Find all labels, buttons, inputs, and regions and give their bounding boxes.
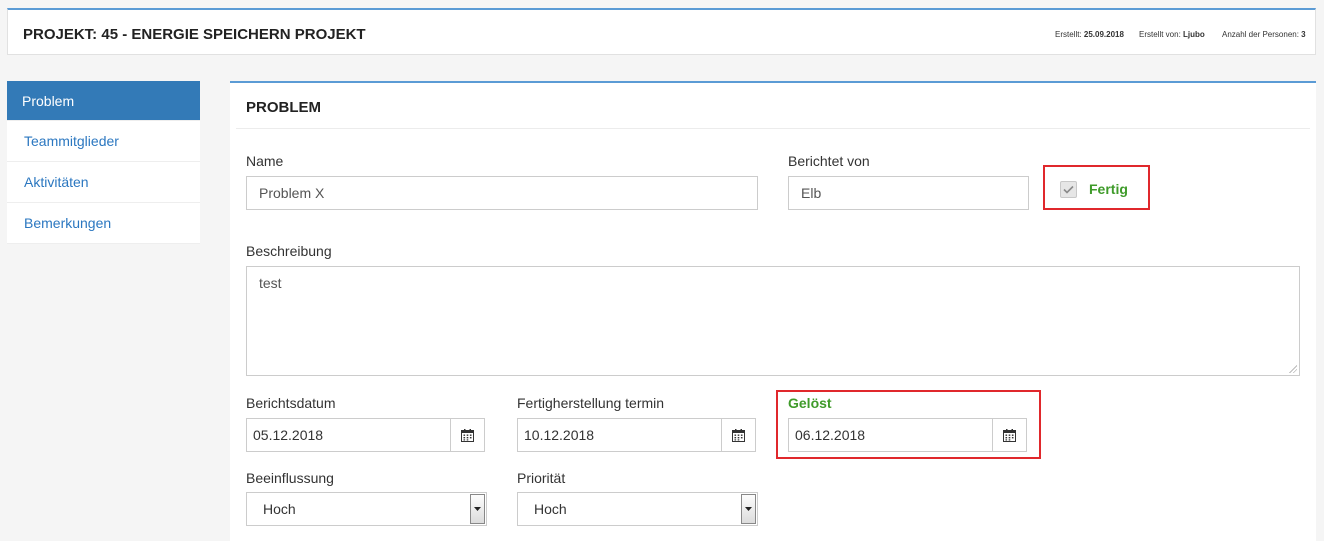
completion-date-label: Fertigherstellung termin [517, 395, 665, 411]
sidebar-item-bemerkungen[interactable]: Bemerkungen [7, 203, 200, 244]
sidebar-item-problem[interactable]: Problem [7, 81, 200, 121]
done-checkbox[interactable] [1060, 181, 1077, 198]
completion-date-input[interactable]: 10.12.2018 [517, 418, 756, 452]
sidebar-nav: Problem Teammitglieder Aktivitäten Bemer… [7, 81, 200, 244]
sidebar-item-aktivitaeten[interactable]: Aktivitäten [7, 162, 200, 203]
calendar-icon [461, 428, 474, 442]
created-by: Erstellt von: Ljubo [1139, 30, 1205, 39]
solved-date-value: 06.12.2018 [795, 427, 866, 443]
sidebar-item-teammitglieder[interactable]: Teammitglieder [7, 121, 200, 162]
persons-count: Anzahl der Personen: 3 [1222, 30, 1306, 39]
reported-by-input[interactable]: Elb [788, 176, 1029, 210]
resize-handle-icon[interactable] [1289, 365, 1297, 373]
influence-value: Hoch [263, 501, 296, 517]
description-label: Beschreibung [246, 243, 332, 259]
description-textarea[interactable]: test [246, 266, 1300, 376]
priority-label: Priorität [517, 470, 566, 486]
created-date: Erstellt: 25.09.2018 [1055, 30, 1124, 39]
problem-panel: PROBLEM Name Problem X Berichtet von Elb… [230, 81, 1316, 541]
description-value: test [259, 275, 282, 291]
solved-date-calendar-button[interactable] [992, 419, 1026, 451]
report-date-label: Berichtsdatum [246, 395, 336, 411]
name-label: Name [246, 153, 284, 169]
calendar-icon [1003, 428, 1016, 442]
influence-select[interactable]: Hoch [246, 492, 487, 526]
influence-label: Beeinflussung [246, 470, 334, 486]
done-label: Fertig [1089, 181, 1128, 197]
check-icon [1063, 185, 1074, 194]
solved-label: Gelöst [788, 395, 832, 411]
calendar-icon [732, 428, 745, 442]
priority-select[interactable]: Hoch [517, 492, 758, 526]
completion-date-value: 10.12.2018 [524, 427, 595, 443]
completion-date-calendar-button[interactable] [721, 419, 755, 451]
caret-down-icon [474, 507, 481, 511]
solved-date-input[interactable]: 06.12.2018 [788, 418, 1027, 452]
reported-by-label: Berichtet von [788, 153, 870, 169]
project-title: PROJEKT: 45 - ENERGIE SPEICHERN PROJEKT [23, 26, 366, 43]
influence-dropdown-arrow[interactable] [470, 494, 485, 524]
project-header: PROJEKT: 45 - ENERGIE SPEICHERN PROJEKT … [7, 8, 1316, 55]
priority-value: Hoch [534, 501, 567, 517]
report-date-calendar-button[interactable] [450, 419, 484, 451]
panel-divider [236, 128, 1310, 129]
name-input[interactable]: Problem X [246, 176, 758, 210]
panel-title: PROBLEM [246, 99, 321, 116]
priority-dropdown-arrow[interactable] [741, 494, 756, 524]
caret-down-icon [745, 507, 752, 511]
report-date-value: 05.12.2018 [253, 427, 324, 443]
report-date-input[interactable]: 05.12.2018 [246, 418, 485, 452]
